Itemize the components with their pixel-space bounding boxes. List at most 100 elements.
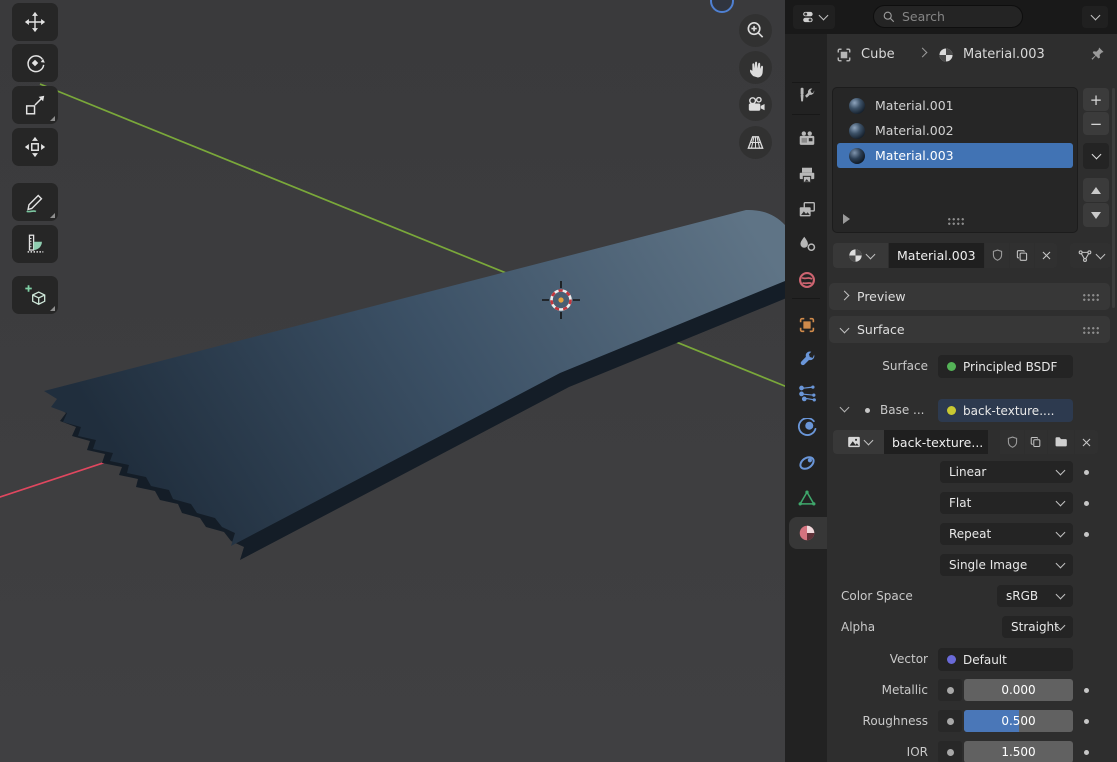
breadcrumb-material[interactable]: Material.003 xyxy=(963,47,1045,62)
tab-object-data[interactable] xyxy=(794,485,820,511)
tab-constraints[interactable] xyxy=(794,450,820,476)
image-name-field[interactable]: back-texture... xyxy=(884,430,988,454)
surface-panel-header[interactable]: Surface xyxy=(829,316,1110,343)
color-space-dropdown[interactable]: sRGB xyxy=(997,585,1073,607)
tab-scene[interactable] xyxy=(794,231,820,257)
roughness-socket-button[interactable] xyxy=(938,710,962,732)
material-datablock-menu[interactable] xyxy=(833,243,888,268)
chevron-down-icon[interactable] xyxy=(840,403,850,413)
tab-tool[interactable] xyxy=(794,82,820,108)
new-material-button[interactable] xyxy=(1010,243,1034,268)
material-name-field[interactable]: Material.003 xyxy=(889,243,984,268)
metallic-socket-button[interactable] xyxy=(938,679,962,701)
measure-tool-button[interactable] xyxy=(12,225,58,263)
decorator-dot[interactable] xyxy=(1084,750,1089,755)
header-menu-button[interactable] xyxy=(1082,6,1108,28)
preview-panel-label: Preview xyxy=(857,289,906,304)
projection-value: Flat xyxy=(949,496,971,510)
object-icon xyxy=(797,315,817,335)
image-fake-user-button[interactable] xyxy=(1000,430,1024,454)
view-layer-icon xyxy=(797,200,817,220)
perspective-toggle-button[interactable] xyxy=(739,126,772,159)
panel-drag-grip[interactable] xyxy=(1082,326,1100,334)
shield-icon xyxy=(1005,435,1020,450)
tab-modifiers[interactable] xyxy=(794,346,820,372)
tab-object[interactable] xyxy=(794,312,820,338)
breadcrumb-object[interactable]: Cube xyxy=(861,47,895,62)
pan-view-button[interactable] xyxy=(739,51,772,84)
magnifier-plus-icon xyxy=(745,20,766,41)
base-color-texture-button[interactable]: back-texture.... xyxy=(938,399,1073,422)
ior-socket-button[interactable] xyxy=(938,741,962,762)
zoom-view-button[interactable] xyxy=(739,14,772,47)
material-slot-name: Material.003 xyxy=(875,148,954,163)
preview-panel-header[interactable]: Preview xyxy=(829,283,1110,310)
add-cube-tool-button[interactable] xyxy=(12,276,58,314)
annotate-tool-button[interactable] xyxy=(12,183,58,221)
list-resize-grip[interactable] xyxy=(947,217,965,225)
interpolation-dropdown[interactable]: Linear xyxy=(940,461,1073,483)
scale-tool-button[interactable] xyxy=(12,86,58,124)
viewport-3d[interactable] xyxy=(0,0,785,762)
source-dropdown[interactable]: Single Image xyxy=(940,554,1073,576)
move-slot-up-button[interactable] xyxy=(1083,178,1109,202)
editor-type-button[interactable] xyxy=(793,5,835,29)
search-input[interactable] xyxy=(902,9,1002,24)
slot-specials-button[interactable] xyxy=(1083,143,1109,169)
tab-render[interactable] xyxy=(794,126,820,152)
material-slot-row[interactable]: Material.001 xyxy=(837,93,1073,118)
properties-editor-icon xyxy=(801,9,817,25)
decorator-dot[interactable] xyxy=(1084,501,1089,506)
chevron-down-icon xyxy=(1056,559,1066,569)
ior-slider[interactable]: 1.500 xyxy=(964,741,1073,762)
decorator-dot[interactable] xyxy=(1084,532,1089,537)
projection-dropdown[interactable]: Flat xyxy=(940,492,1073,514)
tab-physics[interactable] xyxy=(794,415,820,441)
add-cube-icon xyxy=(23,283,47,307)
alpha-dropdown[interactable]: Straight xyxy=(1002,616,1073,638)
metallic-slider[interactable]: 0.000 xyxy=(964,679,1073,701)
camera-view-button[interactable] xyxy=(739,88,772,121)
transform-tool-button[interactable] xyxy=(12,128,58,166)
decorator-dot[interactable] xyxy=(1084,688,1089,693)
color-socket-icon xyxy=(947,406,956,415)
tab-output[interactable] xyxy=(794,162,820,188)
rotate-tool-button[interactable] xyxy=(12,44,58,82)
list-expand-icon[interactable] xyxy=(843,214,855,224)
unlink-image-button[interactable] xyxy=(1075,430,1098,454)
physics-icon xyxy=(797,418,817,438)
surface-shader-button[interactable]: Principled BSDF xyxy=(938,355,1073,378)
base-color-value: back-texture.... xyxy=(963,404,1054,418)
image-datablock-menu[interactable] xyxy=(833,430,884,454)
material-slot-row-selected[interactable]: Material.003 xyxy=(837,143,1073,168)
vector-button[interactable]: Default xyxy=(938,648,1073,671)
extension-dropdown[interactable]: Repeat xyxy=(940,523,1073,545)
unlink-material-button[interactable] xyxy=(1035,243,1057,268)
base-color-socket-dot[interactable] xyxy=(865,408,870,413)
add-slot-button[interactable]: + xyxy=(1083,88,1109,111)
open-image-button[interactable] xyxy=(1048,430,1074,454)
move-tool-button[interactable] xyxy=(12,3,58,41)
fake-user-button[interactable] xyxy=(985,243,1009,268)
roughness-slider[interactable]: 0.500 xyxy=(964,710,1073,732)
new-image-button[interactable] xyxy=(1025,430,1047,454)
decorator-dot[interactable] xyxy=(1084,719,1089,724)
tab-view-layer[interactable] xyxy=(794,197,820,223)
search-box[interactable] xyxy=(873,5,1023,28)
panel-scrollbar[interactable] xyxy=(1112,88,1115,308)
tab-material[interactable] xyxy=(794,520,820,546)
triangle-down-icon xyxy=(1091,212,1101,224)
tab-particles[interactable] xyxy=(794,380,820,406)
decorator-dot[interactable] xyxy=(1084,470,1089,475)
material-slot-row[interactable]: Material.002 xyxy=(837,118,1073,143)
navigation-gizmo[interactable] xyxy=(711,0,733,12)
pin-icon[interactable] xyxy=(1088,45,1106,63)
node-tree-menu-button[interactable] xyxy=(1070,243,1111,268)
blender-window: Cube Material.003 Material.001 Material.… xyxy=(0,0,1117,762)
remove-slot-button[interactable]: − xyxy=(1083,112,1109,135)
tab-world[interactable] xyxy=(794,267,820,293)
move-slot-down-button[interactable] xyxy=(1083,203,1109,227)
material-breadcrumb-icon xyxy=(937,46,955,64)
chevron-down-icon xyxy=(866,249,876,259)
panel-drag-grip[interactable] xyxy=(1082,293,1100,301)
